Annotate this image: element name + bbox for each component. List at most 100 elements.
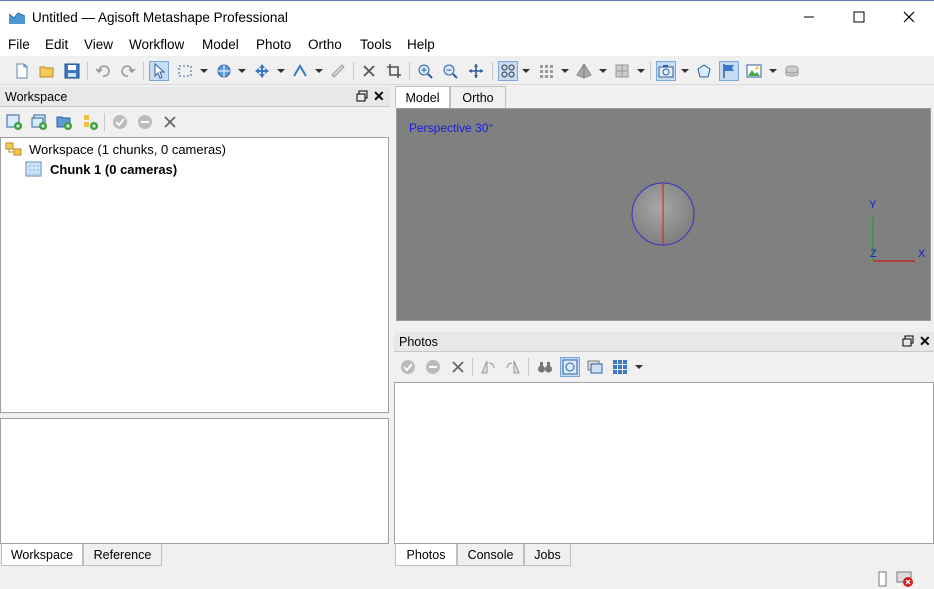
axis-gizmo — [872, 217, 915, 262]
rotate-right-button[interactable] — [503, 357, 523, 377]
tree-chunk-1[interactable]: Chunk 1 (0 cameras) — [25, 161, 177, 177]
navigation-dropdown-arrow[interactable] — [238, 69, 246, 73]
menu-workflow[interactable]: Workflow — [129, 37, 184, 52]
add-chunk-button[interactable] — [4, 112, 24, 132]
open-button[interactable] — [37, 61, 57, 81]
cameras-dropdown-arrow[interactable] — [681, 69, 689, 73]
enable-button[interactable] — [110, 112, 130, 132]
menu-model[interactable]: Model — [202, 37, 239, 52]
select-button[interactable] — [149, 61, 169, 81]
tab-console[interactable]: Console — [457, 544, 524, 566]
axis-y-label: Y — [869, 199, 877, 211]
menu-edit[interactable]: Edit — [45, 37, 68, 52]
point-cloud-dropdown-arrow[interactable] — [522, 69, 530, 73]
model-viewport[interactable]: Perspective 30° Y Z X — [396, 108, 931, 321]
photos-enable-button[interactable] — [398, 357, 418, 377]
add-photos-button[interactable] — [29, 112, 49, 132]
tab-ortho[interactable]: Ortho — [450, 86, 506, 108]
rotate-left-button[interactable] — [478, 357, 498, 377]
trackball-sphere[interactable] — [631, 182, 695, 246]
photos-toolbar — [394, 354, 934, 380]
show-markers-button[interactable] — [719, 61, 739, 81]
redo-button[interactable] — [118, 61, 138, 81]
tab-workspace[interactable]: Workspace — [1, 544, 83, 566]
images-dropdown-arrow[interactable] — [769, 69, 777, 73]
model-shaded-button[interactable] — [574, 61, 594, 81]
new-document-button[interactable] — [12, 61, 32, 81]
add-markers-button[interactable] — [80, 112, 100, 132]
draw-dropdown-arrow[interactable] — [315, 69, 323, 73]
menu-photo[interactable]: Photo — [256, 37, 291, 52]
tiled-model-button[interactable] — [612, 61, 632, 81]
move-object-button[interactable] — [252, 61, 272, 81]
view-mode-button[interactable] — [610, 357, 630, 377]
undo-icon — [95, 65, 110, 77]
zoom-in-button[interactable] — [415, 61, 435, 81]
show-images-button[interactable] — [744, 61, 764, 81]
disable-button[interactable] — [135, 112, 155, 132]
filter-button[interactable] — [535, 357, 555, 377]
crop-button[interactable] — [384, 61, 404, 81]
photos-remove-button[interactable] — [448, 357, 468, 377]
minimize-icon — [804, 16, 814, 18]
move-dropdown-arrow[interactable] — [277, 69, 285, 73]
menu-ortho[interactable]: Ortho — [308, 37, 342, 52]
remove-button[interactable] — [160, 112, 180, 132]
status-document-icon — [878, 571, 887, 587]
float-panel-icon[interactable] — [902, 335, 914, 347]
model-dropdown-arrow[interactable] — [599, 69, 607, 73]
close-window-button[interactable] — [884, 1, 934, 33]
axis-z-label: Z — [870, 248, 877, 260]
tiled-model-dropdown-arrow[interactable] — [637, 69, 645, 73]
show-shapes-button[interactable] — [694, 61, 714, 81]
tab-jobs[interactable]: Jobs — [524, 544, 571, 566]
menu-bar: File Edit View Workflow Model Photo Orth… — [0, 34, 934, 56]
tree-workspace-root[interactable]: Workspace (1 chunks, 0 cameras) — [5, 141, 226, 157]
ruler-button[interactable] — [328, 61, 348, 81]
show-region-button[interactable] — [782, 61, 802, 81]
save-button[interactable] — [62, 61, 82, 81]
selection-dropdown-arrow[interactable] — [200, 69, 208, 73]
draw-button[interactable] — [290, 61, 310, 81]
chunk-icon — [25, 161, 42, 177]
tab-photos[interactable]: Photos — [395, 544, 457, 566]
minimize-button[interactable] — [784, 1, 834, 33]
status-error-icon[interactable] — [896, 570, 914, 588]
menu-tools[interactable]: Tools — [360, 37, 392, 52]
zoom-in-icon — [418, 64, 433, 79]
close-panel-icon[interactable]: ✕ — [373, 88, 385, 105]
dense-cloud-button[interactable] — [536, 61, 556, 81]
show-info-button[interactable] — [585, 357, 605, 377]
show-info-icon — [587, 360, 603, 374]
menu-file[interactable]: File — [8, 37, 30, 52]
rectangle-selection-button[interactable] — [175, 61, 195, 81]
reset-view-icon — [469, 64, 483, 78]
zoom-out-button[interactable] — [440, 61, 460, 81]
photos-bottom-tabs: Photos Console Jobs — [394, 544, 934, 566]
filter-icon — [538, 362, 552, 373]
tab-model[interactable]: Model — [395, 86, 450, 108]
float-panel-icon[interactable] — [356, 90, 368, 102]
reset-view-button[interactable] — [466, 61, 486, 81]
close-panel-icon[interactable]: ✕ — [919, 333, 931, 350]
navigation-button[interactable] — [214, 61, 234, 81]
menu-help[interactable]: Help — [407, 37, 435, 52]
tab-reference[interactable]: Reference — [83, 544, 162, 566]
maximize-button[interactable] — [834, 1, 884, 33]
add-folder-button[interactable] — [54, 112, 74, 132]
reset-filter-icon — [562, 359, 578, 375]
photos-list-area[interactable] — [394, 382, 934, 544]
point-cloud-button[interactable] — [498, 61, 518, 81]
delete-selection-icon — [363, 65, 375, 77]
photos-panel-title: Photos — [399, 335, 438, 349]
photos-disable-button[interactable] — [423, 357, 443, 377]
view-mode-dropdown-arrow[interactable] — [635, 365, 643, 369]
model-shaded-icon — [576, 63, 592, 79]
delete-selection-button[interactable] — [359, 61, 379, 81]
workspace-properties-pane — [0, 418, 389, 544]
dense-cloud-dropdown-arrow[interactable] — [561, 69, 569, 73]
show-cameras-button[interactable] — [656, 61, 676, 81]
reset-filter-button[interactable] — [560, 357, 580, 377]
undo-button[interactable] — [93, 61, 113, 81]
menu-view[interactable]: View — [84, 37, 113, 52]
